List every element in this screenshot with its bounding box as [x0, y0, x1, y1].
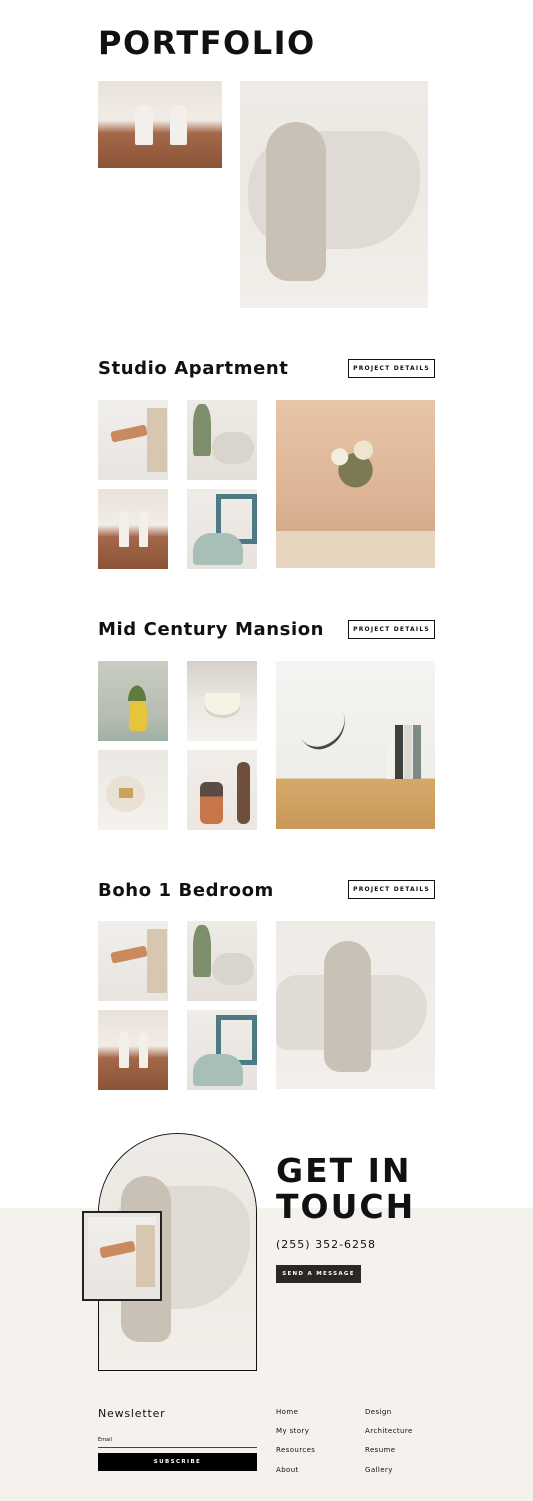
- email-label: Email: [98, 1437, 112, 1443]
- footer-link-about[interactable]: About: [276, 1466, 299, 1474]
- project-thumbnail[interactable]: [98, 661, 168, 741]
- contact-heading-line2: TOUCH: [276, 1187, 416, 1226]
- footer-link-resume[interactable]: Resume: [365, 1446, 395, 1454]
- project-thumbnail[interactable]: [187, 750, 257, 830]
- project-details-button[interactable]: PROJECT DETAILS: [348, 880, 435, 899]
- email-field[interactable]: [98, 1447, 257, 1448]
- project-title-studio-apartment: Studio Apartment: [98, 358, 289, 379]
- contact-inset-image: [82, 1211, 162, 1301]
- subscribe-button[interactable]: SUBSCRIBE: [98, 1453, 257, 1471]
- project-thumbnail[interactable]: [187, 921, 257, 1001]
- project-title-boho-1-bedroom: Boho 1 Bedroom: [98, 880, 274, 901]
- project-thumbnail[interactable]: [98, 750, 168, 830]
- footer-link-architecture[interactable]: Architecture: [365, 1427, 413, 1435]
- contact-heading: GET IN TOUCH: [276, 1153, 415, 1225]
- project-title-mid-century-mansion: Mid Century Mansion: [98, 619, 325, 640]
- project-thumbnail[interactable]: [98, 489, 168, 569]
- project-thumbnail[interactable]: [187, 661, 257, 741]
- footer-link-design[interactable]: Design: [365, 1408, 392, 1416]
- inset-photo: [88, 1217, 156, 1295]
- project-details-button[interactable]: PROJECT DETAILS: [348, 620, 435, 639]
- project-details-button[interactable]: PROJECT DETAILS: [348, 359, 435, 378]
- portfolio-image-sofa[interactable]: [240, 81, 428, 308]
- contact-phone[interactable]: (255) 352-6258: [276, 1238, 376, 1251]
- footer-link-resources[interactable]: Resources: [276, 1446, 315, 1454]
- page-title: PORTFOLIO: [98, 24, 316, 62]
- footer-link-my-story[interactable]: My story: [276, 1427, 309, 1435]
- project-feature-image[interactable]: [276, 661, 435, 829]
- newsletter-title: Newsletter: [98, 1407, 166, 1420]
- project-thumbnail[interactable]: [98, 1010, 168, 1090]
- project-feature-image[interactable]: [276, 400, 435, 568]
- project-thumbnail[interactable]: [98, 921, 168, 1001]
- portfolio-image-dining[interactable]: [98, 81, 222, 168]
- project-thumbnail[interactable]: [187, 400, 257, 480]
- project-thumbnail[interactable]: [98, 400, 168, 480]
- send-message-button[interactable]: SEND A MESSAGE: [276, 1265, 361, 1283]
- project-thumbnail[interactable]: [187, 489, 257, 569]
- contact-background-band: [0, 1208, 533, 1501]
- footer-link-gallery[interactable]: Gallery: [365, 1466, 393, 1474]
- project-thumbnail[interactable]: [187, 1010, 257, 1090]
- footer-link-home[interactable]: Home: [276, 1408, 298, 1416]
- contact-heading-line1: GET IN: [276, 1151, 412, 1190]
- project-feature-image[interactable]: [276, 921, 435, 1089]
